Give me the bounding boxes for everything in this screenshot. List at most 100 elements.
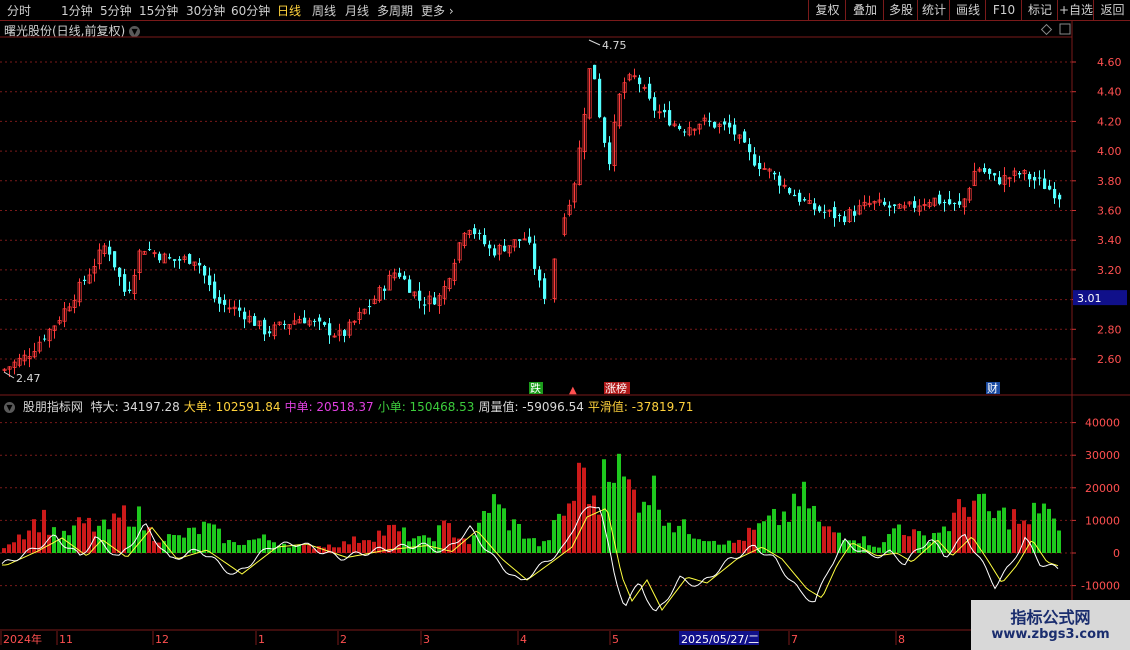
indicator-bar (1027, 524, 1031, 553)
indicator-bar (702, 541, 706, 553)
candle-body (893, 204, 897, 206)
candle-body (598, 78, 602, 118)
candle-body (1033, 176, 1037, 181)
indicator-bar (522, 538, 526, 553)
indicator-bar (257, 538, 261, 553)
candle-body (1048, 185, 1052, 190)
indicator-bar (377, 530, 381, 553)
indicator-value-0: 特大: 34197.28 (90, 400, 180, 414)
indicator-bar (367, 540, 371, 553)
indicator-bar (342, 541, 346, 553)
candle-body (788, 188, 792, 194)
indicator-bar (557, 513, 561, 553)
indicator-bar (242, 544, 246, 553)
candle-body (668, 110, 672, 126)
indicator-bar (957, 499, 961, 553)
indicator-bar (172, 535, 176, 553)
candle-body (118, 267, 122, 277)
up-arrow-icon: ▲ (569, 385, 577, 396)
candle-body (663, 109, 667, 113)
candle-body (803, 199, 807, 201)
candle-body (473, 228, 477, 235)
indicator-bar (22, 539, 26, 553)
indicator-bar (127, 526, 131, 553)
candle-body (148, 249, 152, 251)
candle-body (343, 330, 347, 336)
indicator-bar (912, 529, 916, 553)
candle-body (683, 131, 687, 133)
indicator-bar (672, 532, 676, 553)
xaxis-label: 11 (59, 633, 73, 646)
candle-body (833, 207, 837, 219)
indicator-bar (802, 481, 806, 553)
candle-body (313, 320, 317, 322)
candle-body (108, 246, 112, 255)
candle-body (883, 201, 887, 205)
candle-body (818, 206, 822, 212)
smoothed-line (2, 508, 1059, 611)
candle-body (488, 244, 492, 249)
indicator-bar (782, 511, 786, 553)
xaxis-label: 5 (612, 633, 619, 646)
candle-body (743, 131, 747, 143)
indicator-bar (272, 542, 276, 553)
indicator-tick-label: 0 (1113, 547, 1120, 560)
indicator-bar (122, 505, 126, 553)
indicator-bar (1002, 507, 1006, 553)
indicator-bar (307, 545, 311, 553)
chevron-down-icon[interactable]: ▼ (4, 402, 15, 413)
candle-body (1053, 188, 1057, 199)
xaxis-label: 2 (340, 633, 347, 646)
price-tick-label: 2.60 (1097, 353, 1122, 366)
chart-canvas[interactable]: 4.604.404.204.003.803.603.403.203.002.80… (0, 0, 1130, 650)
indicator-bar (792, 493, 796, 553)
indicator-bar (662, 525, 666, 553)
indicator-bar (972, 500, 976, 553)
indicator-value-3: 小单: 150468.53 (377, 400, 475, 414)
indicator-bar (1022, 520, 1026, 553)
candle-body (888, 205, 892, 208)
candle-body (128, 289, 132, 291)
price-tick-label: 3.40 (1097, 234, 1122, 247)
candle-body (478, 232, 482, 234)
candle-body (218, 297, 222, 304)
candle-body (838, 214, 842, 216)
indicator-bar (207, 523, 211, 553)
candle-body (948, 199, 952, 205)
candle-body (423, 304, 427, 306)
candle-body (83, 279, 87, 282)
indicator-bar (247, 540, 251, 553)
indicator-bar (997, 510, 1001, 553)
candle-body (713, 121, 717, 128)
watermark-title: 指标公式网 (1010, 608, 1091, 627)
indicator-bar (347, 544, 351, 553)
candle-body (318, 317, 322, 322)
indicator-bar (647, 505, 651, 553)
xaxis-label: 1 (258, 633, 265, 646)
indicator-bar (12, 542, 16, 553)
candle-body (173, 259, 177, 261)
indicator-value-1: 大单: 102591.84 (183, 400, 281, 414)
indicator-bar (402, 527, 406, 553)
indicator-bar (882, 542, 886, 553)
candle-body (943, 202, 947, 204)
candle-body (778, 175, 782, 186)
candle-body (843, 216, 847, 223)
indicator-bar (817, 521, 821, 553)
indicator-bar (807, 508, 811, 553)
indicator-bar (747, 527, 751, 553)
indicator-bar (592, 495, 596, 553)
indicator-bar (897, 524, 901, 553)
indicator-bar (722, 544, 726, 553)
indicator-bar (212, 524, 216, 553)
cursor-date-label: 2025/05/27/二 (681, 633, 759, 646)
candle-body (518, 239, 522, 241)
candle-body (538, 269, 542, 281)
indicator-bar (687, 534, 691, 553)
candle-body (1018, 173, 1022, 175)
indicator-bar (217, 528, 221, 553)
indicator-bar (1012, 509, 1016, 553)
xaxis-label: 7 (791, 633, 798, 646)
candle-body (753, 154, 757, 166)
indicator-bar (357, 542, 361, 553)
